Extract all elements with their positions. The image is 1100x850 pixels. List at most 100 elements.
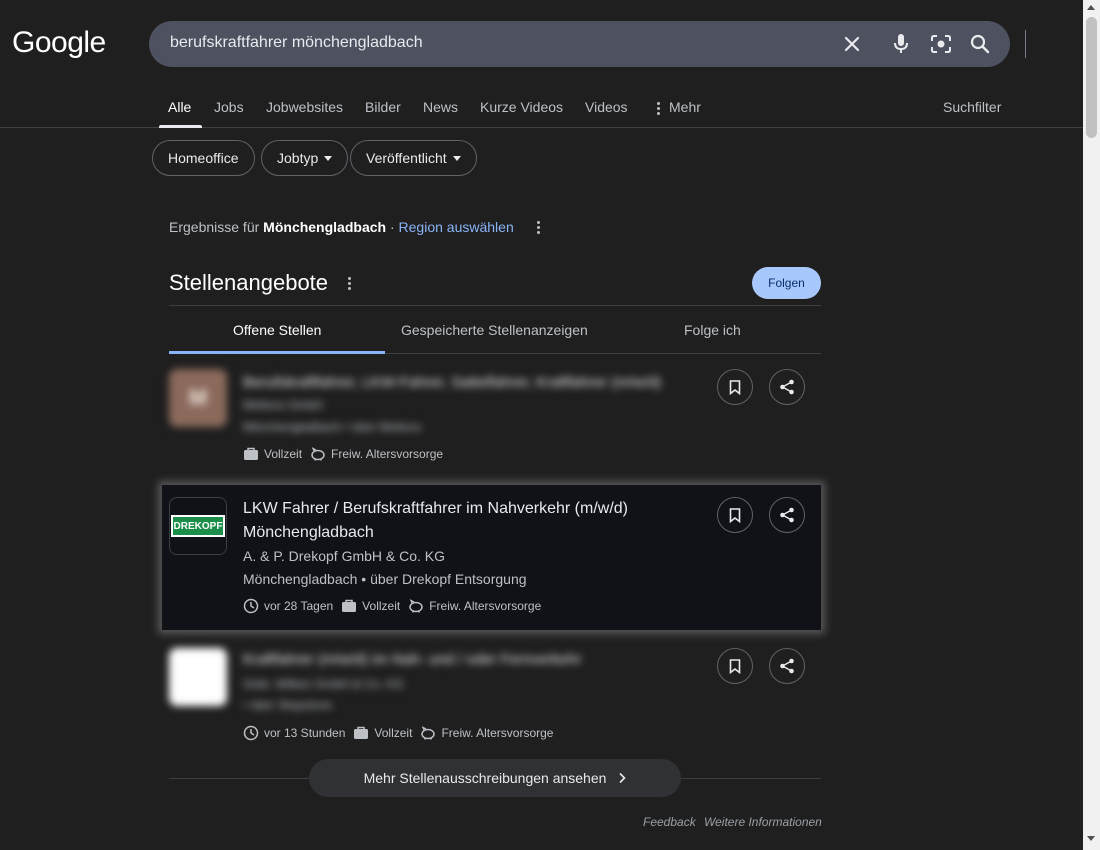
jobs-section-title: Stellenangebote: [169, 270, 329, 295]
job-meta-item: Freiw. Altersvorsorge: [408, 599, 541, 613]
job-location: Mönchengladbach • über Drekopf Entsorgun…: [243, 571, 527, 587]
job-title[interactable]: Berufskraftfahrer, LKW-Fahrer, Sattelfah…: [243, 371, 693, 395]
job-meta: Vollzeit Freiw. Altersvorsorge: [243, 447, 451, 461]
region-prefix: Ergebnisse für: [169, 219, 264, 235]
save-job-button[interactable]: [717, 369, 753, 405]
job-location: • über Stepstone: [243, 698, 332, 712]
chip-label: Homeoffice: [168, 150, 239, 166]
camera-lens-icon[interactable]: [929, 32, 953, 56]
tab-job-websites[interactable]: Jobwebsites: [266, 99, 343, 115]
more-dots-icon[interactable]: [656, 102, 660, 115]
region-options-icon[interactable]: [536, 221, 540, 234]
scroll-down-arrow-icon[interactable]: [1087, 836, 1095, 841]
more-jobs-button[interactable]: Mehr Stellenausschreibungen ansehen: [309, 759, 681, 797]
job-card[interactable]: DREKOPF LKW Fahrer / Berufskraftfahrer i…: [169, 497, 821, 617]
briefcase-icon: [354, 726, 369, 739]
job-company: Gebr. Wilken GmbH & Co. KG: [243, 677, 404, 691]
tab-open-positions[interactable]: Offene Stellen: [233, 322, 321, 338]
more-jobs-label: Mehr Stellenausschreibungen ansehen: [363, 770, 607, 786]
job-company: Meltons GmbH: [243, 398, 324, 412]
share-job-button[interactable]: [769, 648, 805, 684]
feedback-link[interactable]: Feedback: [643, 815, 696, 829]
tab-images[interactable]: Bilder: [365, 99, 401, 115]
search-input[interactable]: berufskraftfahrer mönchengladbach: [170, 34, 423, 52]
more-info-link[interactable]: Weitere Informationen: [704, 815, 822, 829]
job-card[interactable]: Kraftfahrer (m/w/d) im Nah- und / oder F…: [169, 648, 821, 748]
caret-down-icon: [324, 155, 333, 161]
tab-jobs[interactable]: Jobs: [214, 99, 244, 115]
search-tabs: Alle Jobs Jobwebsites Bilder News Kurze …: [0, 88, 1083, 128]
share-job-button[interactable]: [769, 369, 805, 405]
job-title[interactable]: Kraftfahrer (m/w/d) im Nah- und / oder F…: [243, 648, 693, 672]
select-region-link[interactable]: Region auswählen: [399, 219, 514, 235]
search-icon[interactable]: [968, 32, 992, 56]
scroll-up-arrow-icon[interactable]: [1087, 5, 1095, 10]
briefcase-icon: [342, 599, 357, 612]
region-line: Ergebnisse für Mönchengladbach · Region …: [169, 219, 514, 235]
chip-published[interactable]: Veröffentlicht: [350, 140, 477, 176]
job-meta: vor 13 Stunden Vollzeit Freiw. Altersvor…: [243, 725, 561, 741]
clear-icon[interactable]: [840, 32, 864, 56]
scroll-thumb[interactable]: [1086, 17, 1097, 138]
chevron-right-icon: [619, 772, 627, 784]
company-logo: [169, 648, 227, 706]
search-bar[interactable]: berufskraftfahrer mönchengladbach: [149, 21, 1026, 67]
job-meta-label: Freiw. Altersvorsorge: [331, 447, 444, 461]
active-tab-indicator: [159, 125, 202, 128]
active-job-tab-indicator: [169, 351, 385, 354]
job-meta-item: Vollzeit: [243, 447, 302, 461]
tab-saved-jobs[interactable]: Gespeicherte Stellenanzeigen: [401, 322, 588, 338]
bookmark-icon: [729, 507, 741, 523]
scrollbar[interactable]: [1083, 0, 1100, 850]
job-card[interactable]: M Berufskraftfahrer, LKW-Fahrer, Sattelf…: [169, 369, 821, 469]
tab-videos[interactable]: Videos: [585, 99, 628, 115]
job-meta-label: vor 13 Stunden: [264, 726, 346, 740]
tab-following[interactable]: Folge ich: [684, 322, 741, 338]
piggy-bank-icon: [421, 726, 436, 740]
job-meta-item: vor 13 Stunden: [243, 725, 345, 741]
jobs-options-icon[interactable]: [347, 277, 351, 290]
search-results-page: Google berufskraftfahrer mönchengladbach…: [0, 0, 1083, 850]
tab-more[interactable]: Mehr: [669, 99, 701, 115]
tab-all[interactable]: Alle: [168, 99, 191, 115]
google-logo[interactable]: Google: [12, 26, 106, 60]
save-job-button[interactable]: [717, 497, 753, 533]
bookmark-icon: [729, 658, 741, 674]
clock-icon: [243, 725, 259, 741]
region-separator: ·: [386, 219, 399, 235]
chip-homeoffice[interactable]: Homeoffice: [152, 140, 255, 176]
job-meta-item: vor 28 Tagen: [243, 598, 333, 614]
job-tabs: Offene Stellen Gespeicherte Stellenanzei…: [169, 305, 821, 354]
job-meta-label: Vollzeit: [362, 599, 401, 613]
briefcase-icon: [244, 447, 258, 460]
chip-jobtype[interactable]: Jobtyp: [261, 140, 349, 176]
piggy-bank-icon: [409, 599, 423, 613]
company-logo: M: [169, 369, 227, 427]
save-job-button[interactable]: [717, 648, 753, 684]
job-meta-item: Freiw. Altersvorsorge: [420, 726, 553, 740]
job-meta: vor 28 Tagen Vollzeit Freiw. Altersvorso…: [243, 598, 549, 614]
job-meta-item: Freiw. Altersvorsorge: [310, 447, 443, 461]
drekopf-logo: DREKOPF: [171, 515, 225, 537]
job-meta-item: Vollzeit: [341, 599, 400, 613]
follow-button[interactable]: Folgen: [752, 267, 821, 299]
microphone-icon[interactable]: [889, 32, 913, 56]
job-meta-label: Vollzeit: [264, 447, 303, 461]
job-company: A. & P. Drekopf GmbH & Co. KG: [243, 548, 446, 564]
job-meta-label: Vollzeit: [374, 726, 413, 740]
tab-news[interactable]: News: [423, 99, 458, 115]
share-icon: [780, 507, 794, 523]
job-meta-label: Freiw. Altersvorsorge: [441, 726, 554, 740]
tab-short-videos[interactable]: Kurze Videos: [480, 99, 563, 115]
job-meta-label: vor 28 Tagen: [264, 599, 334, 613]
caret-down-icon: [452, 155, 461, 161]
job-meta-item: Vollzeit: [353, 726, 412, 740]
job-title[interactable]: LKW Fahrer / Berufskraftfahrer im Nahver…: [243, 497, 693, 545]
share-job-button[interactable]: [769, 497, 805, 533]
job-location: Mönchengladbach • über Meltons: [243, 420, 422, 434]
chip-label: Jobtyp: [277, 150, 319, 166]
clock-icon: [243, 598, 259, 614]
job-meta-label: Freiw. Altersvorsorge: [429, 599, 542, 613]
region-city: Mönchengladbach: [263, 219, 387, 235]
search-tools[interactable]: Suchfilter: [943, 99, 1001, 115]
